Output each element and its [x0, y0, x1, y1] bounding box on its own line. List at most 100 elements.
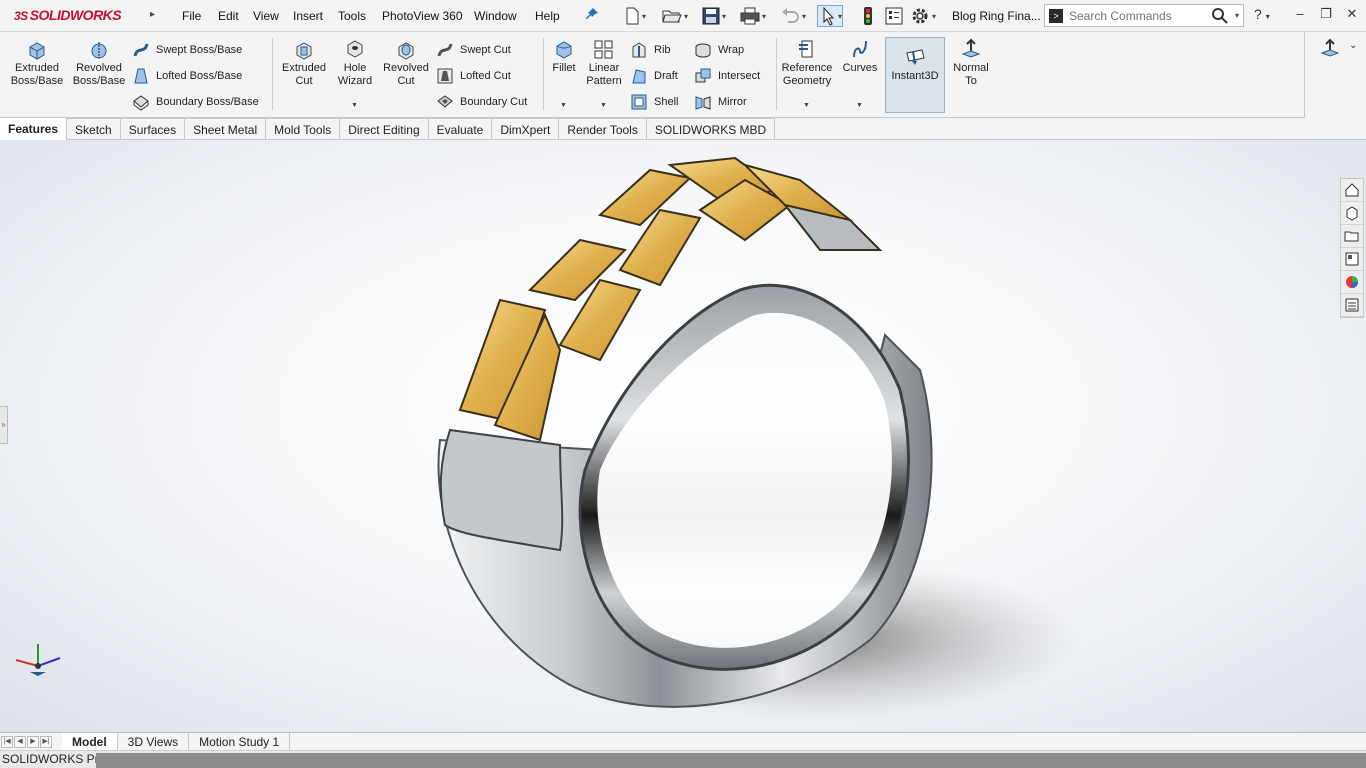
next-tab-icon[interactable]: ▶: [27, 735, 39, 748]
search-dropdown-icon[interactable]: ▾: [1235, 11, 1239, 20]
instant3d-button[interactable]: Instant3D: [885, 37, 945, 113]
expand-chevron-icon[interactable]: ⌄: [1349, 40, 1357, 51]
menu-insert[interactable]: Insert: [293, 9, 323, 23]
swept-boss-button[interactable]: Swept Boss/Base: [132, 40, 242, 60]
ribbon-separator: [776, 38, 777, 110]
minimize-button[interactable]: –: [1290, 4, 1310, 24]
rib-button[interactable]: Rib: [630, 40, 671, 60]
revolved-boss-button[interactable]: Revolved Boss/Base: [70, 38, 128, 88]
swept-cut-icon: [437, 43, 453, 57]
mirror-button[interactable]: Mirror: [694, 92, 747, 112]
lofted-cut-button[interactable]: Lofted Cut: [436, 66, 511, 86]
help-button[interactable]: ? ▾: [1254, 6, 1270, 22]
save-button[interactable]: ▾: [702, 5, 726, 27]
menu-photoview[interactable]: PhotoView 360: [382, 9, 463, 23]
tab-evaluate[interactable]: Evaluate: [428, 118, 493, 140]
tab-surfaces[interactable]: Surfaces: [120, 118, 186, 140]
reference-geometry-dropdown-icon[interactable]: ▼: [803, 102, 810, 109]
custom-properties-icon[interactable]: [1341, 294, 1363, 317]
pin-icon[interactable]: [584, 6, 600, 22]
menu-file[interactable]: File: [182, 9, 201, 23]
print-button[interactable]: ▾: [740, 5, 766, 27]
fillet-button[interactable]: Fillet: [546, 38, 582, 75]
ring-front-plate: [439, 428, 564, 552]
orientation-triad: [15, 644, 61, 676]
hole-wizard-dropdown-icon[interactable]: ▼: [351, 102, 358, 109]
wrap-button[interactable]: Wrap: [694, 40, 744, 60]
restore-button[interactable]: ❐: [1316, 4, 1336, 24]
lofted-boss-icon: [134, 68, 148, 84]
ring-model[interactable]: [0, 140, 1366, 732]
boundary-cut-button[interactable]: Boundary Cut: [436, 92, 527, 112]
tab-direct-editing[interactable]: Direct Editing: [340, 118, 429, 140]
draft-button[interactable]: Draft: [630, 66, 678, 86]
tab-render-tools[interactable]: Render Tools: [559, 118, 647, 140]
hole-wizard-icon: [347, 40, 363, 58]
menu-edit[interactable]: Edit: [218, 9, 239, 23]
solidworks-resources-icon[interactable]: [1341, 179, 1363, 202]
status-bar-region: [96, 753, 1366, 768]
linear-pattern-button[interactable]: Linear Pattern: [582, 38, 626, 88]
menu-help[interactable]: Help: [535, 9, 560, 23]
options-gear-icon[interactable]: ▾: [910, 5, 936, 27]
tab-dimxpert[interactable]: DimXpert: [492, 118, 560, 140]
menu-window[interactable]: Window: [474, 9, 517, 23]
close-button[interactable]: ✕: [1342, 4, 1362, 24]
lofted-cut-icon: [437, 68, 453, 84]
design-library-icon[interactable]: [1341, 202, 1363, 225]
view-orientation-panel: ⌄: [1304, 32, 1366, 118]
shell-icon: [631, 94, 647, 110]
menu-tools[interactable]: Tools: [338, 9, 366, 23]
file-explorer-icon[interactable]: [1341, 225, 1363, 248]
undo-button[interactable]: ▾: [780, 5, 806, 27]
search-commands-box[interactable]: > ▾: [1044, 4, 1244, 27]
extruded-cut-button[interactable]: Extruded Cut: [278, 38, 330, 88]
shell-button[interactable]: Shell: [630, 92, 678, 112]
menu-view[interactable]: View: [253, 9, 279, 23]
last-tab-icon[interactable]: ▶|: [40, 735, 52, 748]
command-prompt-icon: >: [1049, 9, 1063, 23]
tab-3d-views[interactable]: 3D Views: [118, 732, 190, 751]
search-input[interactable]: [1069, 8, 1209, 24]
swept-cut-button[interactable]: Swept Cut: [436, 40, 511, 60]
new-document-button[interactable]: ▾: [624, 5, 646, 27]
view-orientation-icon[interactable]: [1319, 38, 1341, 58]
linear-pattern-dropdown-icon[interactable]: ▼: [600, 102, 607, 109]
prev-tab-icon[interactable]: ◀: [14, 735, 26, 748]
view-palette-icon[interactable]: [1341, 248, 1363, 271]
revolved-cut-button[interactable]: Revolved Cut: [380, 38, 432, 88]
curves-button[interactable]: Curves: [838, 38, 882, 75]
file-properties-icon[interactable]: [885, 5, 903, 27]
tab-solidworks-mbd[interactable]: SOLIDWORKS MBD: [646, 118, 776, 140]
search-icon[interactable]: [1211, 7, 1229, 25]
fillet-icon: [556, 41, 572, 59]
appearances-icon[interactable]: [1341, 271, 1363, 294]
select-button[interactable]: ▾: [817, 5, 844, 27]
fillet-dropdown-icon[interactable]: ▼: [560, 102, 567, 109]
tab-mold-tools[interactable]: Mold Tools: [266, 118, 341, 140]
task-pane-tabs: [1340, 178, 1364, 318]
tab-sheet-metal[interactable]: Sheet Metal: [185, 118, 267, 140]
boundary-boss-button[interactable]: Boundary Boss/Base: [132, 92, 259, 112]
reference-geometry-button[interactable]: Reference Geometry: [778, 38, 836, 88]
swept-boss-icon: [133, 43, 149, 57]
tab-sketch[interactable]: Sketch: [67, 118, 121, 140]
normal-to-button[interactable]: Normal To: [948, 38, 994, 88]
rebuild-icon[interactable]: [860, 5, 876, 27]
tab-model[interactable]: Model: [62, 732, 118, 751]
tab-features[interactable]: Features: [0, 118, 68, 140]
intersect-button[interactable]: Intersect: [694, 66, 760, 86]
graphics-viewport[interactable]: ◧ ◨ – ❐ ✕ »: [0, 140, 1366, 732]
lofted-boss-button[interactable]: Lofted Boss/Base: [132, 66, 242, 86]
logo-arrow-icon[interactable]: ▸: [150, 9, 155, 20]
solidworks-logo[interactable]: 3S SOLIDWORKS: [14, 7, 122, 23]
hole-wizard-button[interactable]: Hole Wizard: [332, 38, 378, 88]
curves-dropdown-icon[interactable]: ▼: [856, 102, 863, 109]
feature-manager-toggle[interactable]: »: [0, 406, 8, 444]
first-tab-icon[interactable]: |◀: [1, 735, 13, 748]
extruded-boss-button[interactable]: Extruded Boss/Base: [8, 38, 66, 88]
ribbon-separator: [543, 38, 544, 110]
tab-motion-study[interactable]: Motion Study 1: [189, 732, 291, 751]
open-button[interactable]: ▾: [662, 5, 688, 27]
extrude-boss-icon: [29, 42, 45, 60]
